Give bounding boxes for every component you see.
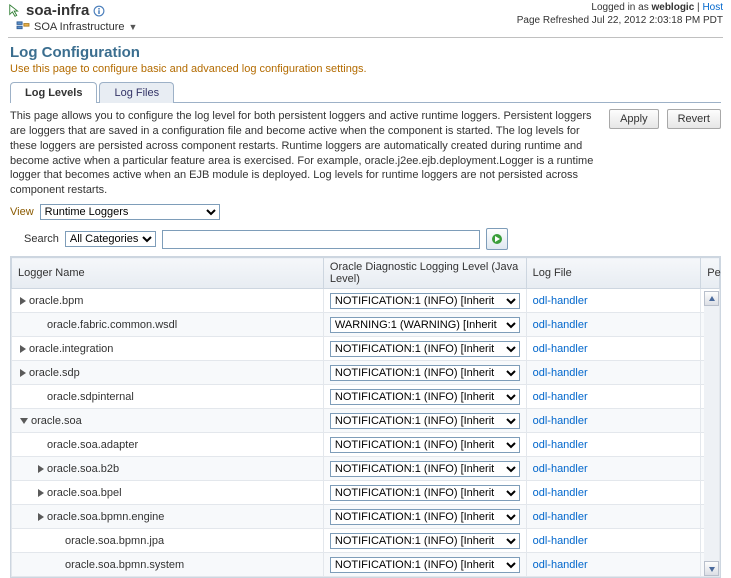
logger-name: oracle.soa.bpmn.system [65, 559, 184, 571]
expand-icon[interactable] [38, 489, 44, 497]
view-select[interactable]: Runtime Loggers [40, 204, 220, 220]
logger-name: oracle.bpm [29, 295, 83, 307]
tab-log-files[interactable]: Log Files [99, 82, 174, 103]
logger-name: oracle.integration [29, 343, 113, 355]
log-level-select[interactable]: NOTIFICATION:1 (INFO) [Inherit [330, 341, 520, 357]
table-row[interactable]: oracle.soa.bpel NOTIFICATION:1 (INFO) [In… [12, 481, 720, 505]
log-file-link[interactable]: odl-handler [533, 319, 588, 331]
cursor-icon [8, 4, 22, 18]
log-level-select[interactable]: NOTIFICATION:1 (INFO) [Inherit [330, 293, 520, 309]
tree-spacer [38, 441, 44, 449]
scroll-up-button[interactable] [704, 291, 719, 306]
col-log-file[interactable]: Log File [526, 258, 701, 289]
logger-name: oracle.fabric.common.wsdl [47, 319, 177, 331]
tree-spacer [56, 561, 62, 569]
col-logger-name[interactable]: Logger Name [12, 258, 324, 289]
view-label: View [10, 206, 34, 218]
log-level-select[interactable]: NOTIFICATION:1 (INFO) [Inherit [330, 509, 520, 525]
expand-icon[interactable] [20, 369, 26, 377]
go-icon [491, 233, 503, 245]
logger-name: oracle.sdp [29, 367, 80, 379]
log-file-link[interactable]: odl-handler [533, 295, 588, 307]
page-hint: Use this page to configure basic and adv… [0, 61, 731, 81]
logger-name: oracle.soa.bpmn.jpa [65, 535, 164, 547]
tab-log-levels[interactable]: Log Levels [10, 82, 97, 103]
logger-name: oracle.sdpinternal [47, 391, 134, 403]
log-file-link[interactable]: odl-handler [533, 511, 588, 523]
table-row[interactable]: oracle.soa.adapter NOTIFICATION:1 (INFO) … [12, 433, 720, 457]
table-row[interactable]: oracle.sdpinternal NOTIFICATION:1 (INFO) … [12, 385, 720, 409]
log-file-link[interactable]: odl-handler [533, 391, 588, 403]
logger-name: oracle.soa.adapter [47, 439, 138, 451]
search-category-select[interactable]: All Categories [65, 231, 156, 247]
info-icon[interactable] [93, 5, 105, 17]
log-level-select[interactable]: NOTIFICATION:1 (INFO) [Inherit [330, 413, 520, 429]
log-file-link[interactable]: odl-handler [533, 535, 588, 547]
log-file-link[interactable]: odl-handler [533, 463, 588, 475]
infra-label: SOA Infrastructure [34, 21, 124, 33]
log-level-select[interactable]: NOTIFICATION:1 (INFO) [Inherit [330, 557, 520, 573]
refresh-time: Page Refreshed Jul 22, 2012 2:03:18 PM P… [517, 15, 723, 26]
login-info: Logged in as weblogic | Host [517, 2, 723, 13]
logger-name: oracle.soa.b2b [47, 463, 119, 475]
tree-spacer [38, 393, 44, 401]
apply-button[interactable]: Apply [609, 109, 659, 129]
log-file-link[interactable]: odl-handler [533, 487, 588, 499]
app-title: soa-infra [26, 2, 89, 19]
tree-spacer [38, 321, 44, 329]
col-persist[interactable]: Pe [701, 258, 720, 289]
log-file-link[interactable]: odl-handler [533, 367, 588, 379]
logger-name: oracle.soa.bpmn.engine [47, 511, 164, 523]
log-level-select[interactable]: NOTIFICATION:1 (INFO) [Inherit [330, 437, 520, 453]
expand-icon[interactable] [20, 345, 26, 353]
divider [8, 37, 723, 38]
table-row[interactable]: oracle.sdp NOTIFICATION:1 (INFO) [Inherit… [12, 361, 720, 385]
page-header: soa-infra SOA Infrastructure ▼ Logged in… [0, 0, 731, 33]
table-row[interactable]: oracle.bpm NOTIFICATION:1 (INFO) [Inherit… [12, 289, 720, 313]
tree-spacer [56, 537, 62, 545]
table-row[interactable]: oracle.integration NOTIFICATION:1 (INFO) … [12, 337, 720, 361]
chevron-down-icon: ▼ [128, 22, 137, 32]
table-row[interactable]: oracle.soa.bpmn.system NOTIFICATION:1 (IN… [12, 553, 720, 577]
search-input[interactable] [162, 230, 480, 249]
table-row[interactable]: oracle.fabric.common.wsdl WARNING:1 (WARN… [12, 313, 720, 337]
scroll-down-button[interactable] [704, 561, 719, 576]
collapse-icon[interactable] [20, 418, 28, 424]
log-level-select[interactable]: NOTIFICATION:1 (INFO) [Inherit [330, 461, 520, 477]
host-link[interactable]: Host [702, 2, 723, 13]
log-file-link[interactable]: odl-handler [533, 343, 588, 355]
infra-menu[interactable]: SOA Infrastructure ▼ [8, 21, 137, 33]
log-file-link[interactable]: odl-handler [533, 559, 588, 571]
table-row[interactable]: oracle.soa.b2b NOTIFICATION:1 (INFO) [Inh… [12, 457, 720, 481]
loggers-table: Logger Name Oracle Diagnostic Logging Le… [10, 256, 721, 578]
vertical-scrollbar[interactable] [704, 291, 719, 576]
tabs: Log Levels Log Files [10, 81, 721, 103]
log-level-select[interactable]: NOTIFICATION:1 (INFO) [Inherit [330, 389, 520, 405]
expand-icon[interactable] [38, 465, 44, 473]
log-level-select[interactable]: NOTIFICATION:1 (INFO) [Inherit [330, 365, 520, 381]
logger-name: oracle.soa.bpel [47, 487, 122, 499]
search-label: Search [24, 233, 59, 245]
expand-icon[interactable] [20, 297, 26, 305]
log-level-select[interactable]: WARNING:1 (WARNING) [Inherit [330, 317, 520, 333]
log-file-link[interactable]: odl-handler [533, 439, 588, 451]
logger-name: oracle.soa [31, 415, 82, 427]
table-row[interactable]: oracle.soa NOTIFICATION:1 (INFO) [Inherit… [12, 409, 720, 433]
table-row[interactable]: oracle.soa.bpmn.jpa NOTIFICATION:1 (INFO)… [12, 529, 720, 553]
infra-icon [16, 21, 30, 33]
search-go-button[interactable] [486, 228, 508, 250]
revert-button[interactable]: Revert [667, 109, 721, 129]
log-level-select[interactable]: NOTIFICATION:1 (INFO) [Inherit [330, 533, 520, 549]
expand-icon[interactable] [38, 513, 44, 521]
page-description: This page allows you to configure the lo… [10, 109, 601, 198]
col-log-level[interactable]: Oracle Diagnostic Logging Level (Java Le… [323, 258, 526, 289]
table-row[interactable]: oracle.soa.bpmn.engine NOTIFICATION:1 (IN… [12, 505, 720, 529]
log-file-link[interactable]: odl-handler [533, 415, 588, 427]
log-level-select[interactable]: NOTIFICATION:1 (INFO) [Inherit [330, 485, 520, 501]
page-title: Log Configuration [0, 44, 731, 61]
